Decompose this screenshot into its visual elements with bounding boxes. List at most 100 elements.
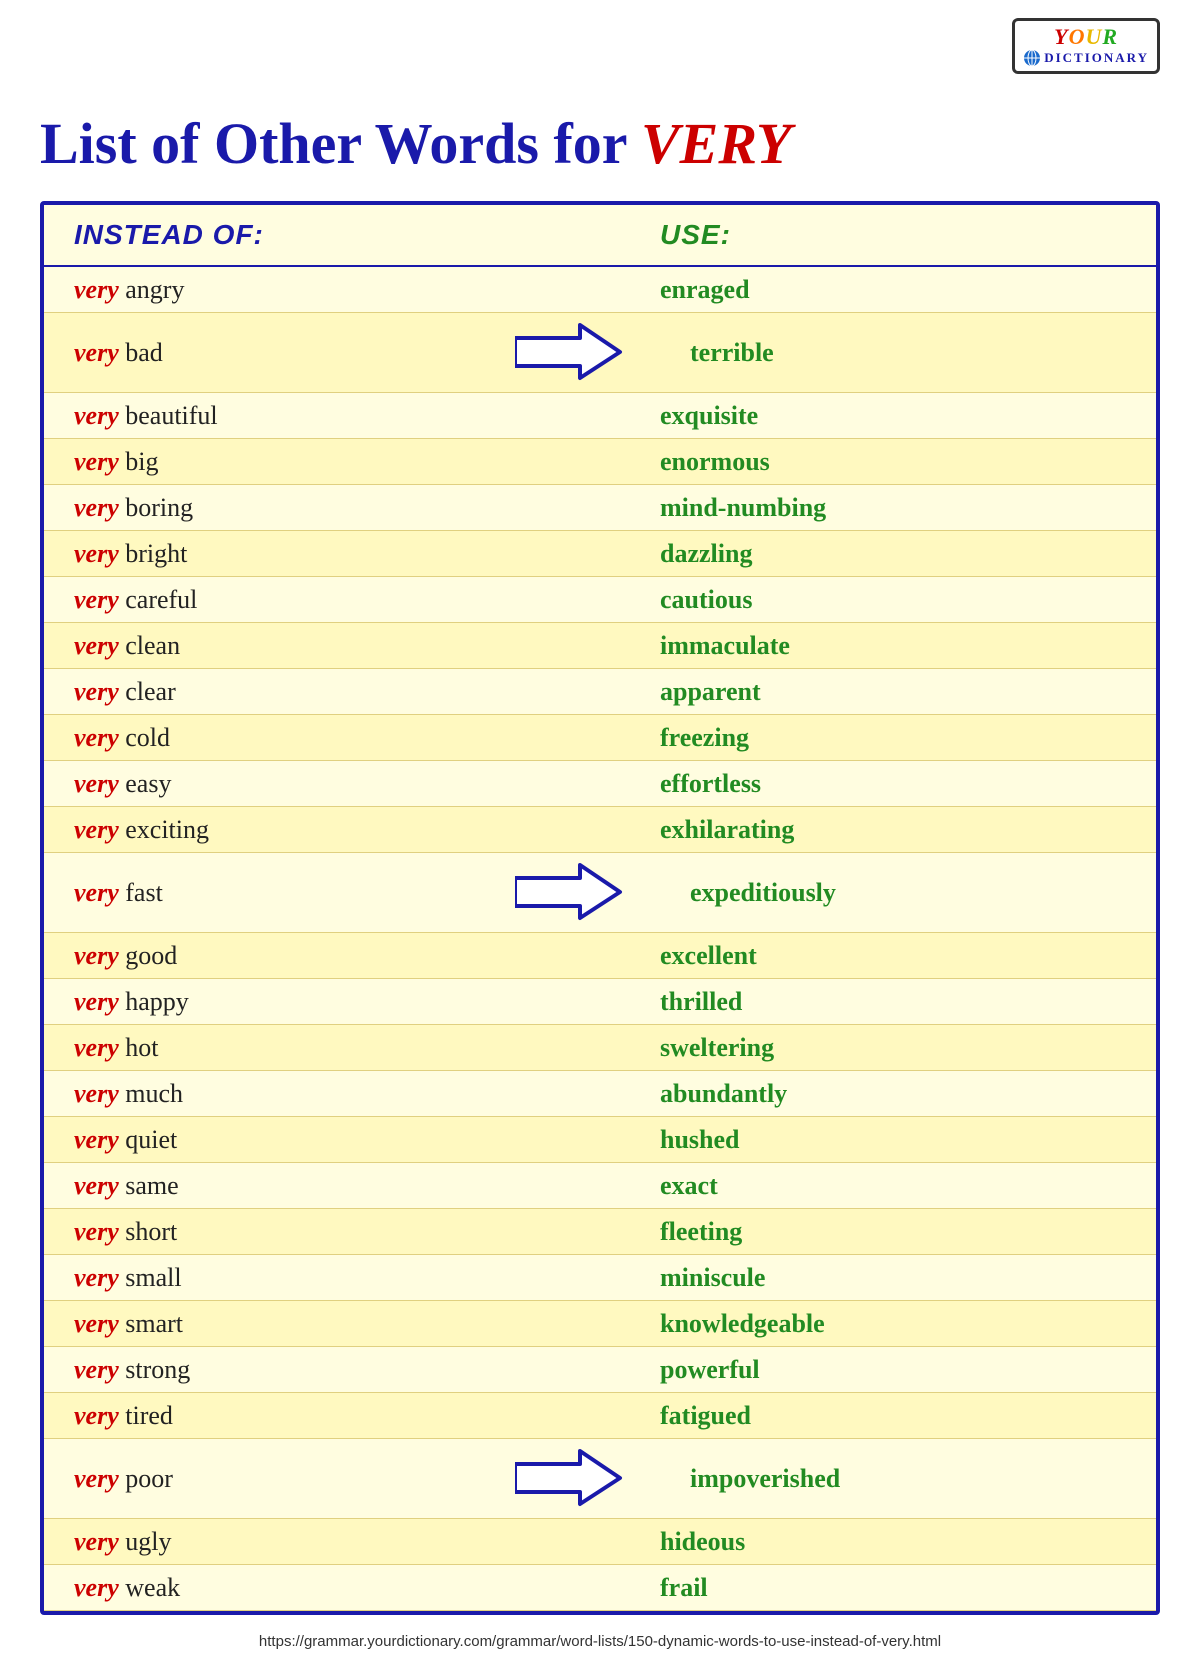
left-phrase: very short xyxy=(74,1217,600,1247)
table-row: very boringmind-numbing xyxy=(44,485,1156,531)
left-phrase: very fast xyxy=(74,878,510,908)
arrow-svg xyxy=(515,320,625,385)
footer-url: https://grammar.yourdictionary.com/gramm… xyxy=(259,1633,941,1650)
left-phrase: very ugly xyxy=(74,1527,600,1557)
left-phrase: very bright xyxy=(74,539,600,569)
very-word: very xyxy=(74,1309,119,1338)
very-word: very xyxy=(74,941,119,970)
left-phrase: very smart xyxy=(74,1309,600,1339)
header-use: USE: xyxy=(600,219,1126,251)
right-phrase: exact xyxy=(600,1171,1126,1201)
left-phrase: very tired xyxy=(74,1401,600,1431)
left-phrase: very quiet xyxy=(74,1125,600,1155)
table-row: very happythrilled xyxy=(44,979,1156,1025)
right-phrase: impoverished xyxy=(630,1464,1126,1494)
very-word: very xyxy=(74,1079,119,1108)
very-word: very xyxy=(74,1464,119,1493)
left-phrase: very clear xyxy=(74,677,600,707)
right-phrase: thrilled xyxy=(600,987,1126,1017)
left-phrase: very exciting xyxy=(74,815,600,845)
table-row: very bad terrible xyxy=(44,313,1156,393)
page: YOUR DICTIONARY List of Other Words for … xyxy=(0,0,1200,1680)
table-row: very clearapparent xyxy=(44,669,1156,715)
left-phrase: very hot xyxy=(74,1033,600,1063)
right-phrase: miniscule xyxy=(600,1263,1126,1293)
left-phrase: very careful xyxy=(74,585,600,615)
left-phrase: very big xyxy=(74,447,600,477)
title-prefix: List of Other Words for xyxy=(40,111,641,176)
right-phrase: exquisite xyxy=(600,401,1126,431)
very-word: very xyxy=(74,987,119,1016)
very-word: very xyxy=(74,1263,119,1292)
arrow-icon xyxy=(510,1446,630,1511)
logo-your: YOUR xyxy=(1054,25,1118,49)
right-phrase: effortless xyxy=(600,769,1126,799)
right-phrase: abundantly xyxy=(600,1079,1126,1109)
right-phrase: frail xyxy=(600,1573,1126,1603)
header-instead-of: INSTEAD OF: xyxy=(74,219,600,251)
left-phrase: very bad xyxy=(74,338,510,368)
very-word: very xyxy=(74,1033,119,1062)
left-phrase: very beautiful xyxy=(74,401,600,431)
table-row: very excitingexhilarating xyxy=(44,807,1156,853)
very-word: very xyxy=(74,723,119,752)
table-row: very brightdazzling xyxy=(44,531,1156,577)
table-row: very beautifulexquisite xyxy=(44,393,1156,439)
arrow-icon xyxy=(510,320,630,385)
very-word: very xyxy=(74,878,119,907)
right-phrase: terrible xyxy=(630,338,1126,368)
very-word: very xyxy=(74,1355,119,1384)
right-phrase: immaculate xyxy=(600,631,1126,661)
right-phrase: hushed xyxy=(600,1125,1126,1155)
very-word: very xyxy=(74,1401,119,1430)
right-phrase: enormous xyxy=(600,447,1126,477)
table-row: very easyeffortless xyxy=(44,761,1156,807)
right-phrase: fleeting xyxy=(600,1217,1126,1247)
right-phrase: excellent xyxy=(600,941,1126,971)
table-row: very smallminiscule xyxy=(44,1255,1156,1301)
table-row: very uglyhideous xyxy=(44,1519,1156,1565)
title-highlight: VERY xyxy=(641,111,791,176)
right-phrase: mind-numbing xyxy=(600,493,1126,523)
right-phrase: knowledgeable xyxy=(600,1309,1126,1339)
left-phrase: very much xyxy=(74,1079,600,1109)
very-word: very xyxy=(74,401,119,430)
table-row: very carefulcautious xyxy=(44,577,1156,623)
very-word: very xyxy=(74,631,119,660)
very-word: very xyxy=(74,815,119,844)
left-phrase: very happy xyxy=(74,987,600,1017)
left-phrase: very easy xyxy=(74,769,600,799)
right-phrase: sweltering xyxy=(600,1033,1126,1063)
arrow-svg xyxy=(515,860,625,925)
left-phrase: very angry xyxy=(74,275,600,305)
table-row: very hotsweltering xyxy=(44,1025,1156,1071)
word-table: INSTEAD OF: USE: very angryenragedvery b… xyxy=(40,201,1160,1615)
table-row: very quiethushed xyxy=(44,1117,1156,1163)
table-row: very weakfrail xyxy=(44,1565,1156,1611)
main-title: List of Other Words for VERY xyxy=(40,110,1160,177)
logo-box: YOUR DICTIONARY xyxy=(1012,18,1160,74)
left-phrase: very poor xyxy=(74,1464,510,1494)
right-phrase: fatigued xyxy=(600,1401,1126,1431)
very-word: very xyxy=(74,769,119,798)
very-word: very xyxy=(74,447,119,476)
very-word: very xyxy=(74,1573,119,1602)
right-phrase: exhilarating xyxy=(600,815,1126,845)
table-row: very angryenraged xyxy=(44,267,1156,313)
table-row: very cleanimmaculate xyxy=(44,623,1156,669)
right-phrase: expeditiously xyxy=(630,878,1126,908)
arrow-svg xyxy=(515,1446,625,1511)
right-phrase: hideous xyxy=(600,1527,1126,1557)
left-phrase: very small xyxy=(74,1263,600,1293)
right-phrase: freezing xyxy=(600,723,1126,753)
left-phrase: very good xyxy=(74,941,600,971)
very-word: very xyxy=(74,1217,119,1246)
very-word: very xyxy=(74,1171,119,1200)
table-row: very muchabundantly xyxy=(44,1071,1156,1117)
very-word: very xyxy=(74,539,119,568)
logo-dictionary-text: DICTIONARY xyxy=(1044,51,1149,65)
left-phrase: very weak xyxy=(74,1573,600,1603)
table-row: very fast expeditiously xyxy=(44,853,1156,933)
right-phrase: powerful xyxy=(600,1355,1126,1385)
table-row: very goodexcellent xyxy=(44,933,1156,979)
